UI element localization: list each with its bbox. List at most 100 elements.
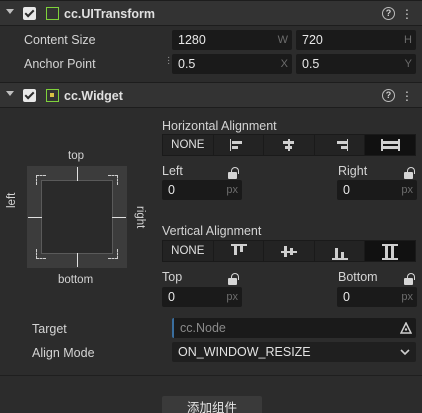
horizontal-alignment-bar: NONE <box>162 134 416 156</box>
align-right-icon-bar <box>340 146 347 149</box>
align-mode-select[interactable]: ON_WINDOW_RESIZE <box>172 342 416 362</box>
y-unit: Y <box>404 58 412 70</box>
v-align-top-button[interactable] <box>214 241 265 261</box>
component-title: cc.UITransform <box>64 7 156 21</box>
add-component-button[interactable]: 添加组件 <box>162 396 262 413</box>
uitransform-header[interactable]: cc.UITransform ? · · · <box>0 0 422 26</box>
component-title: cc.Widget <box>64 89 123 103</box>
collapse-caret-icon[interactable] <box>6 91 14 96</box>
anchor-x-value: 0.5 <box>178 57 196 71</box>
corner-top-left <box>36 175 46 185</box>
bottom-margin-value: 0 <box>343 290 350 304</box>
h-align-center-button[interactable] <box>264 135 315 155</box>
v-align-bottom-button[interactable] <box>315 241 366 261</box>
corner-bottom-left <box>36 249 46 259</box>
right-margin-field[interactable]: 0 px <box>337 180 417 200</box>
anchor-point-label: Anchor Point <box>24 57 96 71</box>
h-align-none-button[interactable]: NONE <box>163 135 214 155</box>
right-margin-label: Right <box>338 164 368 178</box>
top-margin-arrow-icon[interactable] <box>77 167 78 181</box>
uitransform-icon <box>46 7 59 20</box>
h-align-left-button[interactable] <box>214 135 265 155</box>
px-unit: px <box>226 184 238 196</box>
enable-checkbox[interactable] <box>23 7 36 20</box>
content-size-width-field[interactable]: 1280 W <box>172 30 292 50</box>
alignment-diagram[interactable] <box>27 166 127 268</box>
enable-checkbox[interactable] <box>23 89 36 102</box>
align-stretch-icon-edge <box>398 139 400 151</box>
chevron-down-icon <box>400 349 410 356</box>
anchor-y-value: 0.5 <box>302 57 320 71</box>
left-margin-arrow-icon[interactable] <box>28 217 42 218</box>
target-node-placeholder: cc.Node <box>180 321 226 335</box>
target-node-field[interactable]: cc.Node <box>172 318 416 338</box>
v-align-middle-button[interactable] <box>264 241 315 261</box>
right-margin-arrow-icon[interactable] <box>112 217 126 218</box>
node-picker-icon[interactable] <box>400 322 412 334</box>
align-stretch-icon-bar <box>383 141 399 144</box>
align-right-icon-bar <box>336 141 347 144</box>
px-unit: px <box>226 291 238 303</box>
bottom-lock-icon[interactable] <box>404 273 415 285</box>
content-size-label: Content Size <box>24 33 96 47</box>
anchor-y-field[interactable]: 0.5 Y <box>296 54 416 74</box>
left-margin-value: 0 <box>168 183 175 197</box>
align-top-icon-bar <box>233 246 237 255</box>
corner-top-right <box>108 175 118 185</box>
help-icon[interactable]: ? <box>382 7 395 20</box>
align-bottom-icon-bar <box>334 248 338 258</box>
align-stretch-icon-bar <box>383 146 399 149</box>
top-margin-field[interactable]: 0 px <box>162 287 242 307</box>
more-menu-icon[interactable]: · · · <box>404 2 410 24</box>
align-mode-label: Align Mode <box>32 346 95 360</box>
width-unit: W <box>277 34 288 46</box>
diagram-bottom-label: bottom <box>58 274 94 286</box>
top-lock-icon[interactable] <box>228 273 239 285</box>
h-align-right-button[interactable] <box>315 135 366 155</box>
left-lock-icon[interactable] <box>228 167 239 179</box>
left-margin-label: Left <box>162 164 183 178</box>
content-size-height-field[interactable]: 720 H <box>296 30 416 50</box>
v-align-stretch-button[interactable] <box>365 241 415 261</box>
widget-header[interactable]: cc.Widget ? · · · <box>0 82 422 108</box>
top-margin-value: 0 <box>168 290 175 304</box>
align-stretch-vertical-icon-bar <box>385 246 389 258</box>
vertical-alignment-title: Vertical Alignment <box>162 224 262 238</box>
section-divider <box>0 375 422 376</box>
vertical-alignment-bar: NONE <box>162 240 416 262</box>
align-mode-value: ON_WINDOW_RESIZE <box>178 345 311 359</box>
align-right-icon <box>346 139 349 151</box>
diagram-left-label: left <box>6 192 18 208</box>
widget-icon <box>46 89 59 102</box>
px-unit: px <box>401 291 413 303</box>
right-margin-value: 0 <box>343 183 350 197</box>
align-stretch-vertical-icon-bar <box>391 246 395 258</box>
bottom-margin-field[interactable]: 0 px <box>337 287 417 307</box>
align-bottom-icon-bar <box>340 252 344 258</box>
target-label: Target <box>32 322 67 336</box>
bottom-margin-arrow-icon[interactable] <box>77 253 78 267</box>
content-size-height-value: 720 <box>302 33 323 47</box>
align-center-icon-bar <box>283 141 295 144</box>
height-unit: H <box>404 34 412 46</box>
left-margin-field[interactable]: 0 px <box>162 180 242 200</box>
align-bottom-icon <box>331 258 348 260</box>
help-icon[interactable]: ? <box>382 89 395 102</box>
h-align-stretch-button[interactable] <box>365 135 415 155</box>
alignment-target-box <box>41 180 113 254</box>
diagram-top-label: top <box>68 150 84 162</box>
align-stretch-vertical-icon-edge <box>382 258 399 260</box>
content-size-width-value: 1280 <box>178 33 206 47</box>
collapse-caret-icon[interactable] <box>6 9 14 14</box>
v-align-none-button[interactable]: NONE <box>163 241 214 261</box>
align-middle-icon-bar <box>290 248 294 255</box>
align-center-icon-bar <box>285 146 293 149</box>
anchor-x-field[interactable]: 0.5 X <box>172 54 292 74</box>
top-margin-label: Top <box>162 270 183 284</box>
diagram-right-label: right <box>134 206 146 229</box>
right-lock-icon[interactable] <box>404 167 415 179</box>
horizontal-alignment-title: Horizontal Alignment <box>162 119 277 133</box>
px-unit: px <box>401 184 413 196</box>
drag-handle-icon[interactable]: · · · <box>167 53 171 69</box>
more-menu-icon[interactable]: · · · <box>404 84 410 106</box>
